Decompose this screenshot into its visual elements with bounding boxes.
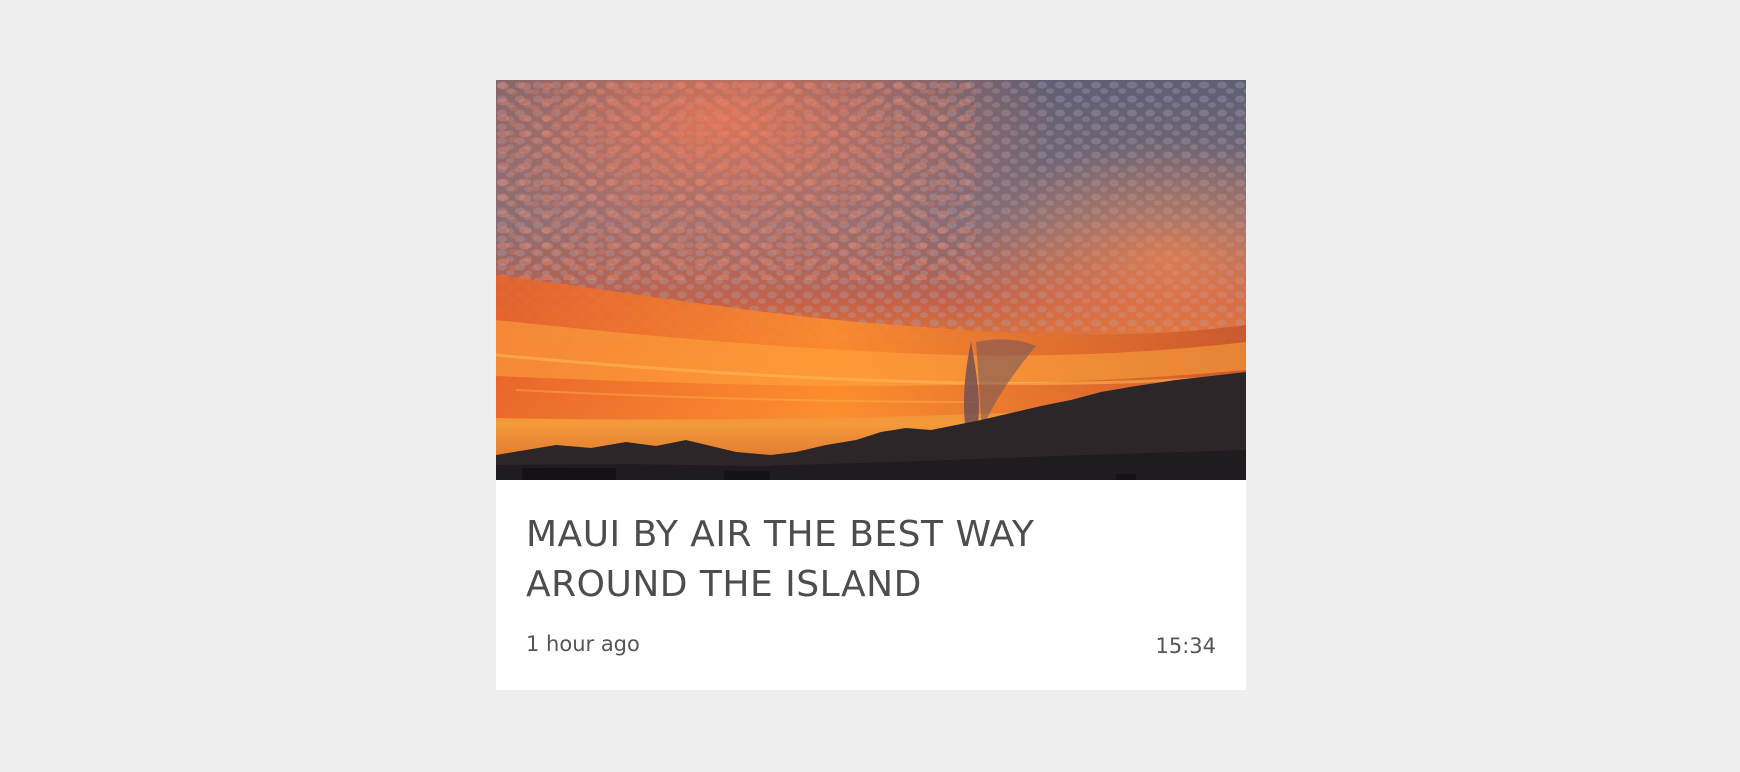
video-duration: 15:34	[1155, 634, 1216, 658]
sunset-image	[496, 80, 1246, 480]
video-card[interactable]: MAUI BY AIR THE BEST WAY AROUND THE ISLA…	[496, 80, 1246, 690]
card-meta: 1 hour ago 15:34	[526, 630, 1216, 658]
card-body: MAUI BY AIR THE BEST WAY AROUND THE ISLA…	[496, 480, 1246, 690]
video-title[interactable]: MAUI BY AIR THE BEST WAY AROUND THE ISLA…	[526, 510, 1086, 610]
posted-time: 1 hour ago	[526, 632, 640, 656]
video-thumbnail[interactable]	[496, 80, 1246, 480]
